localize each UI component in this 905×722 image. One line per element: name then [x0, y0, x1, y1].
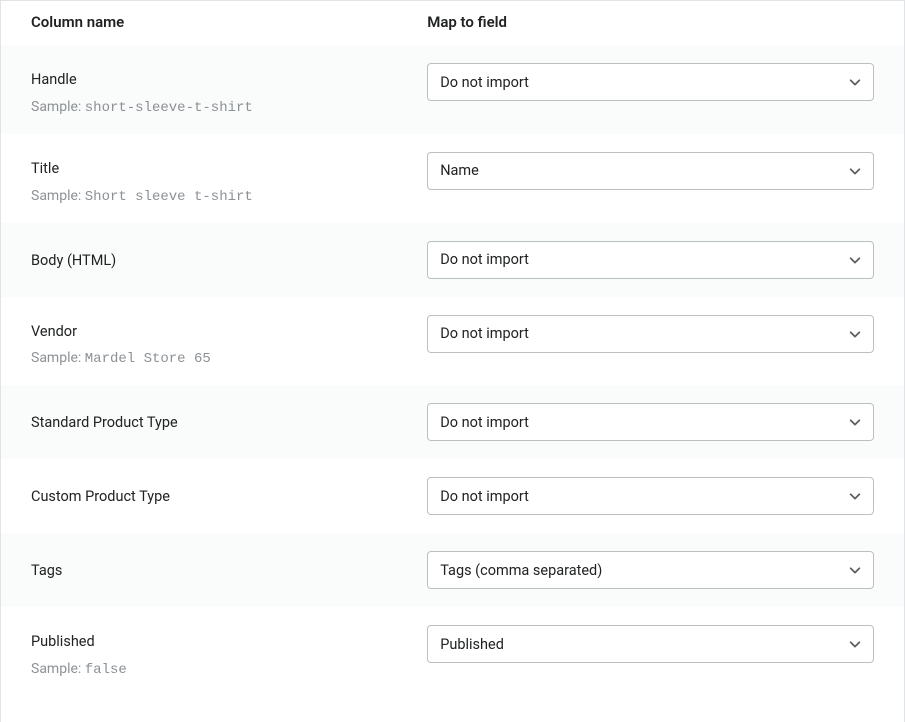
- column-name-label: Tags: [31, 551, 407, 582]
- sample-label: Sample:: [31, 350, 85, 366]
- mapping-row: Handle Sample: short-sleeve-t-shirt Do not…: [1, 45, 904, 134]
- select-display[interactable]: Name: [427, 152, 874, 190]
- select-display[interactable]: Do not import: [427, 63, 874, 101]
- column-name-label: Vendor: [31, 315, 407, 343]
- select-value: Do not import: [440, 251, 529, 268]
- mapping-row: Body (HTML) Do not import: [1, 223, 904, 297]
- sample-value: Short sleeve t-shirt: [85, 189, 253, 205]
- map-field-cell: Do not import: [427, 403, 874, 441]
- map-field-cell: Do not import: [427, 477, 874, 515]
- map-field-cell: Name: [427, 152, 874, 190]
- select-value: Tags (comma separated): [440, 562, 602, 579]
- map-field-select[interactable]: Name: [427, 152, 874, 190]
- column-name-label: Body (HTML): [31, 241, 407, 272]
- column-name-label: Standard Product Type: [31, 403, 407, 434]
- mapping-row: Standard Product Type Do not import: [1, 385, 904, 459]
- column-info: Custom Product Type: [31, 477, 427, 508]
- map-field-select[interactable]: Do not import: [427, 63, 874, 101]
- map-field-select[interactable]: Do not import: [427, 403, 874, 441]
- column-info: Handle Sample: short-sleeve-t-shirt: [31, 63, 427, 116]
- map-field-cell: Do not import: [427, 315, 874, 353]
- select-display[interactable]: Do not import: [427, 403, 874, 441]
- mapping-row: Vendor Sample: Mardel Store 65 Do not impo…: [1, 297, 904, 386]
- select-value: Do not import: [440, 414, 529, 431]
- mapping-row: Tags Tags (comma separated): [1, 533, 904, 607]
- column-info: Vendor Sample: Mardel Store 65: [31, 315, 427, 368]
- column-name-label: Title: [31, 152, 407, 180]
- column-name-label: Handle: [31, 63, 407, 91]
- map-field-cell: Do not import: [427, 241, 874, 279]
- map-field-cell: Tags (comma separated): [427, 551, 874, 589]
- import-mapping-table: Column name Map to field Handle Sample: s…: [0, 0, 905, 722]
- mapping-row: Published Sample: false Published: [1, 607, 904, 696]
- table-header: Column name Map to field: [1, 0, 904, 45]
- select-value: Published: [440, 636, 504, 653]
- map-field-select[interactable]: Do not import: [427, 315, 874, 353]
- sample-label: Sample:: [31, 661, 85, 677]
- header-column-name: Column name: [31, 13, 427, 31]
- select-value: Do not import: [440, 325, 529, 342]
- map-field-select[interactable]: Tags (comma separated): [427, 551, 874, 589]
- select-value: Do not import: [440, 488, 529, 505]
- select-display[interactable]: Tags (comma separated): [427, 551, 874, 589]
- sample-line: Sample: short-sleeve-t-shirt: [31, 99, 407, 116]
- column-name-label: Published: [31, 625, 407, 653]
- column-info: Published Sample: false: [31, 625, 427, 678]
- select-display[interactable]: Do not import: [427, 241, 874, 279]
- sample-label: Sample:: [31, 188, 85, 204]
- map-field-cell: Published: [427, 625, 874, 663]
- column-info: Body (HTML): [31, 241, 427, 272]
- select-display[interactable]: Do not import: [427, 315, 874, 353]
- sample-value: Mardel Store 65: [85, 351, 211, 367]
- map-field-select[interactable]: Do not import: [427, 241, 874, 279]
- select-value: Name: [440, 162, 479, 179]
- select-display[interactable]: Do not import: [427, 477, 874, 515]
- column-info: Standard Product Type: [31, 403, 427, 434]
- sample-line: Sample: Mardel Store 65: [31, 350, 407, 367]
- map-field-cell: Do not import: [427, 63, 874, 101]
- sample-value: false: [85, 662, 127, 678]
- mapping-row: Custom Product Type Do not import: [1, 459, 904, 533]
- header-map-to-field: Map to field: [427, 13, 874, 31]
- map-field-select[interactable]: Do not import: [427, 477, 874, 515]
- sample-label: Sample:: [31, 99, 85, 115]
- column-name-label: Custom Product Type: [31, 477, 407, 508]
- mapping-row: Title Sample: Short sleeve t-shirt Name: [1, 134, 904, 223]
- sample-line: Sample: Short sleeve t-shirt: [31, 188, 407, 205]
- map-field-select[interactable]: Published: [427, 625, 874, 663]
- select-value: Do not import: [440, 74, 529, 91]
- column-info: Tags: [31, 551, 427, 582]
- sample-line: Sample: false: [31, 661, 407, 678]
- sample-value: short-sleeve-t-shirt: [85, 100, 253, 116]
- select-display[interactable]: Published: [427, 625, 874, 663]
- column-info: Title Sample: Short sleeve t-shirt: [31, 152, 427, 205]
